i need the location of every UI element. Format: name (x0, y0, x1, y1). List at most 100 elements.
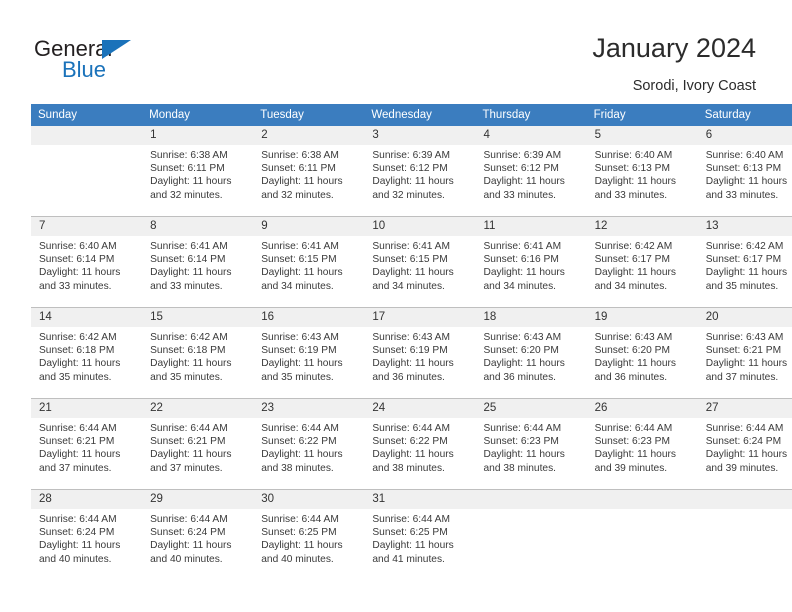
calendar-day-cell[interactable]: 30 Sunrise: 6:44 AM Sunset: 6:25 PM Dayligh… (253, 489, 365, 580)
sunset-text: Sunset: 6:14 PM (39, 254, 115, 266)
calendar-day-cell[interactable]: 8 Sunrise: 6:41 AM Sunset: 6:14 PM Daylight… (142, 216, 254, 308)
sunrise-text: Sunrise: 6:42 AM (594, 241, 673, 252)
calendar-day-cell[interactable]: 16 Sunrise: 6:43 AM Sunset: 6:19 PM Dayligh… (253, 307, 365, 399)
day-number (31, 126, 143, 145)
daylight-text-line2: and 34 minutes. (594, 280, 668, 292)
day-details: Sunrise: 6:38 AM Sunset: 6:11 PM Daylight:… (253, 145, 364, 202)
daylight-text-line1: Daylight: 11 hours (705, 176, 788, 188)
calendar-day-cell[interactable]: 28 Sunrise: 6:44 AM Sunset: 6:24 PM Dayligh… (31, 489, 143, 580)
calendar-day-cell[interactable]: 31 Sunrise: 6:44 AM Sunset: 6:25 PM Dayligh… (364, 489, 476, 580)
calendar-day-cell[interactable]: 2 Sunrise: 6:38 AM Sunset: 6:11 PM Daylight… (253, 126, 365, 217)
calendar-day-cell[interactable]: 1 Sunrise: 6:38 AM Sunset: 6:11 PM Daylight… (142, 126, 254, 217)
daylight-text-line1: Daylight: 11 hours (594, 267, 676, 279)
daylight-text-line1: Daylight: 11 hours (483, 267, 565, 279)
calendar-day-cell[interactable]: 14 Sunrise: 6:42 AM Sunset: 6:18 PM Dayligh… (31, 307, 143, 399)
calendar-day-cell-empty (31, 126, 143, 217)
sunrise-text: Sunrise: 6:42 AM (150, 332, 228, 343)
day-number: 8 (142, 217, 254, 236)
sunrise-text: Sunrise: 6:38 AM (261, 150, 339, 161)
sunset-text: Sunset: 6:19 PM (372, 345, 448, 357)
daylight-text-line2: and 35 minutes. (261, 371, 334, 383)
calendar-day-cell[interactable]: 19 Sunrise: 6:43 AM Sunset: 6:20 PM Dayligh… (586, 307, 698, 399)
calendar-day-cell[interactable]: 4 Sunrise: 6:39 AM Sunset: 6:12 PM Daylight… (475, 126, 587, 217)
daylight-text-line1: Daylight: 11 hours (483, 176, 565, 188)
day-details: Sunrise: 6:44 AM Sunset: 6:24 PM Daylight:… (698, 418, 792, 475)
daylight-text-line2: and 37 minutes. (705, 371, 779, 383)
day-details: Sunrise: 6:41 AM Sunset: 6:14 PM Daylight:… (142, 236, 253, 293)
sunset-text: Sunset: 6:11 PM (261, 163, 336, 175)
daylight-text-line1: Daylight: 11 hours (39, 449, 121, 461)
day-details: Sunrise: 6:44 AM Sunset: 6:23 PM Daylight:… (476, 418, 587, 475)
day-number: 19 (586, 308, 698, 327)
brand-triangle-icon (102, 40, 131, 59)
calendar-day-cell[interactable]: 29 Sunrise: 6:44 AM Sunset: 6:24 PM Dayligh… (142, 489, 254, 580)
calendar-day-cell[interactable]: 12 Sunrise: 6:42 AM Sunset: 6:17 PM Dayligh… (586, 216, 698, 308)
calendar-day-cell[interactable]: 18 Sunrise: 6:43 AM Sunset: 6:20 PM Dayligh… (475, 307, 587, 399)
sunrise-text: Sunrise: 6:43 AM (705, 332, 784, 343)
calendar-day-cell[interactable]: 13 Sunrise: 6:42 AM Sunset: 6:17 PM Dayligh… (697, 216, 792, 308)
calendar-day-cell[interactable]: 27 Sunrise: 6:44 AM Sunset: 6:24 PM Dayligh… (697, 398, 792, 490)
day-number: 18 (475, 308, 587, 327)
page-subtitle-location: Sorodi, Ivory Coast (632, 78, 756, 94)
daylight-text-line2: and 36 minutes. (372, 371, 445, 383)
calendar-day-cell[interactable]: 10 Sunrise: 6:41 AM Sunset: 6:15 PM Dayligh… (364, 216, 476, 308)
day-number: 6 (697, 126, 792, 145)
calendar-day-cell[interactable]: 3 Sunrise: 6:39 AM Sunset: 6:12 PM Daylight… (364, 126, 476, 217)
sunset-text: Sunset: 6:18 PM (39, 345, 115, 357)
calendar-day-cell[interactable]: 6 Sunrise: 6:40 AM Sunset: 6:13 PM Daylight… (697, 126, 792, 217)
sunrise-text: Sunrise: 6:40 AM (705, 150, 784, 161)
sunrise-text: Sunrise: 6:44 AM (150, 514, 228, 525)
day-number: 24 (364, 399, 476, 418)
calendar-day-cell[interactable]: 7 Sunrise: 6:40 AM Sunset: 6:14 PM Daylight… (31, 216, 143, 308)
calendar-day-cell[interactable]: 5 Sunrise: 6:40 AM Sunset: 6:13 PM Daylight… (586, 126, 698, 217)
daylight-text-line1: Daylight: 11 hours (705, 449, 788, 461)
day-details: Sunrise: 6:41 AM Sunset: 6:16 PM Daylight:… (476, 236, 587, 293)
daylight-text-line1: Daylight: 11 hours (705, 267, 788, 279)
sunrise-text: Sunrise: 6:44 AM (594, 423, 673, 434)
brand-name-blue: Blue (62, 57, 107, 82)
daylight-text-line2: and 34 minutes. (261, 280, 334, 292)
weekday-header-sunday: Sunday (31, 104, 143, 126)
sunset-text: Sunset: 6:21 PM (705, 345, 782, 357)
calendar-day-cell[interactable]: 25 Sunrise: 6:44 AM Sunset: 6:23 PM Dayligh… (475, 398, 587, 490)
sunrise-text: Sunrise: 6:38 AM (150, 150, 228, 161)
calendar-day-cell-empty (586, 489, 698, 580)
day-number: 4 (475, 126, 587, 145)
day-details: Sunrise: 6:40 AM Sunset: 6:14 PM Daylight:… (31, 236, 142, 293)
sunrise-text: Sunrise: 6:44 AM (150, 423, 228, 434)
sunrise-text: Sunrise: 6:43 AM (483, 332, 562, 343)
calendar-day-cell[interactable]: 11 Sunrise: 6:41 AM Sunset: 6:16 PM Dayligh… (475, 216, 587, 308)
calendar-day-cell[interactable]: 9 Sunrise: 6:41 AM Sunset: 6:15 PM Daylight… (253, 216, 365, 308)
daylight-text-line2: and 33 minutes. (39, 280, 112, 292)
calendar-day-cell[interactable]: 21 Sunrise: 6:44 AM Sunset: 6:21 PM Dayligh… (31, 398, 143, 490)
calendar-day-cell-empty (475, 489, 587, 580)
page-header: General Blue January 2024 Sorodi, Ivory … (0, 0, 792, 100)
day-details: Sunrise: 6:44 AM Sunset: 6:25 PM Daylight:… (364, 509, 475, 566)
brand-logo[interactable]: General Blue (34, 36, 214, 84)
calendar-day-cell[interactable]: 24 Sunrise: 6:44 AM Sunset: 6:22 PM Dayligh… (364, 398, 476, 490)
daylight-text-line2: and 37 minutes. (150, 462, 223, 474)
daylight-text-line1: Daylight: 11 hours (372, 358, 454, 370)
calendar-day-cell-empty (697, 489, 792, 580)
calendar-day-cell[interactable]: 15 Sunrise: 6:42 AM Sunset: 6:18 PM Dayligh… (142, 307, 254, 399)
sunrise-text: Sunrise: 6:44 AM (39, 514, 117, 525)
day-number: 30 (253, 490, 365, 509)
daylight-text-line1: Daylight: 11 hours (483, 449, 565, 461)
calendar-day-cell[interactable]: 26 Sunrise: 6:44 AM Sunset: 6:23 PM Dayligh… (586, 398, 698, 490)
calendar-day-cell[interactable]: 23 Sunrise: 6:44 AM Sunset: 6:22 PM Dayligh… (253, 398, 365, 490)
sunrise-text: Sunrise: 6:41 AM (483, 241, 562, 252)
calendar-day-cell[interactable]: 22 Sunrise: 6:44 AM Sunset: 6:21 PM Dayligh… (142, 398, 254, 490)
calendar-day-cell[interactable]: 20 Sunrise: 6:43 AM Sunset: 6:21 PM Dayligh… (697, 307, 792, 399)
daylight-text-line2: and 41 minutes. (372, 553, 445, 565)
daylight-text-line1: Daylight: 11 hours (594, 358, 676, 370)
day-number: 3 (364, 126, 476, 145)
day-number: 15 (142, 308, 254, 327)
daylight-text-line2: and 40 minutes. (39, 553, 112, 565)
day-number (475, 490, 587, 509)
calendar-header-row: Sunday Monday Tuesday Wednesday Thursday… (31, 104, 792, 126)
daylight-text-line2: and 35 minutes. (150, 371, 223, 383)
sunrise-text: Sunrise: 6:40 AM (39, 241, 117, 252)
sunrise-text: Sunrise: 6:43 AM (261, 332, 339, 343)
sunset-text: Sunset: 6:13 PM (594, 163, 670, 175)
calendar-day-cell[interactable]: 17 Sunrise: 6:43 AM Sunset: 6:19 PM Dayligh… (364, 307, 476, 399)
